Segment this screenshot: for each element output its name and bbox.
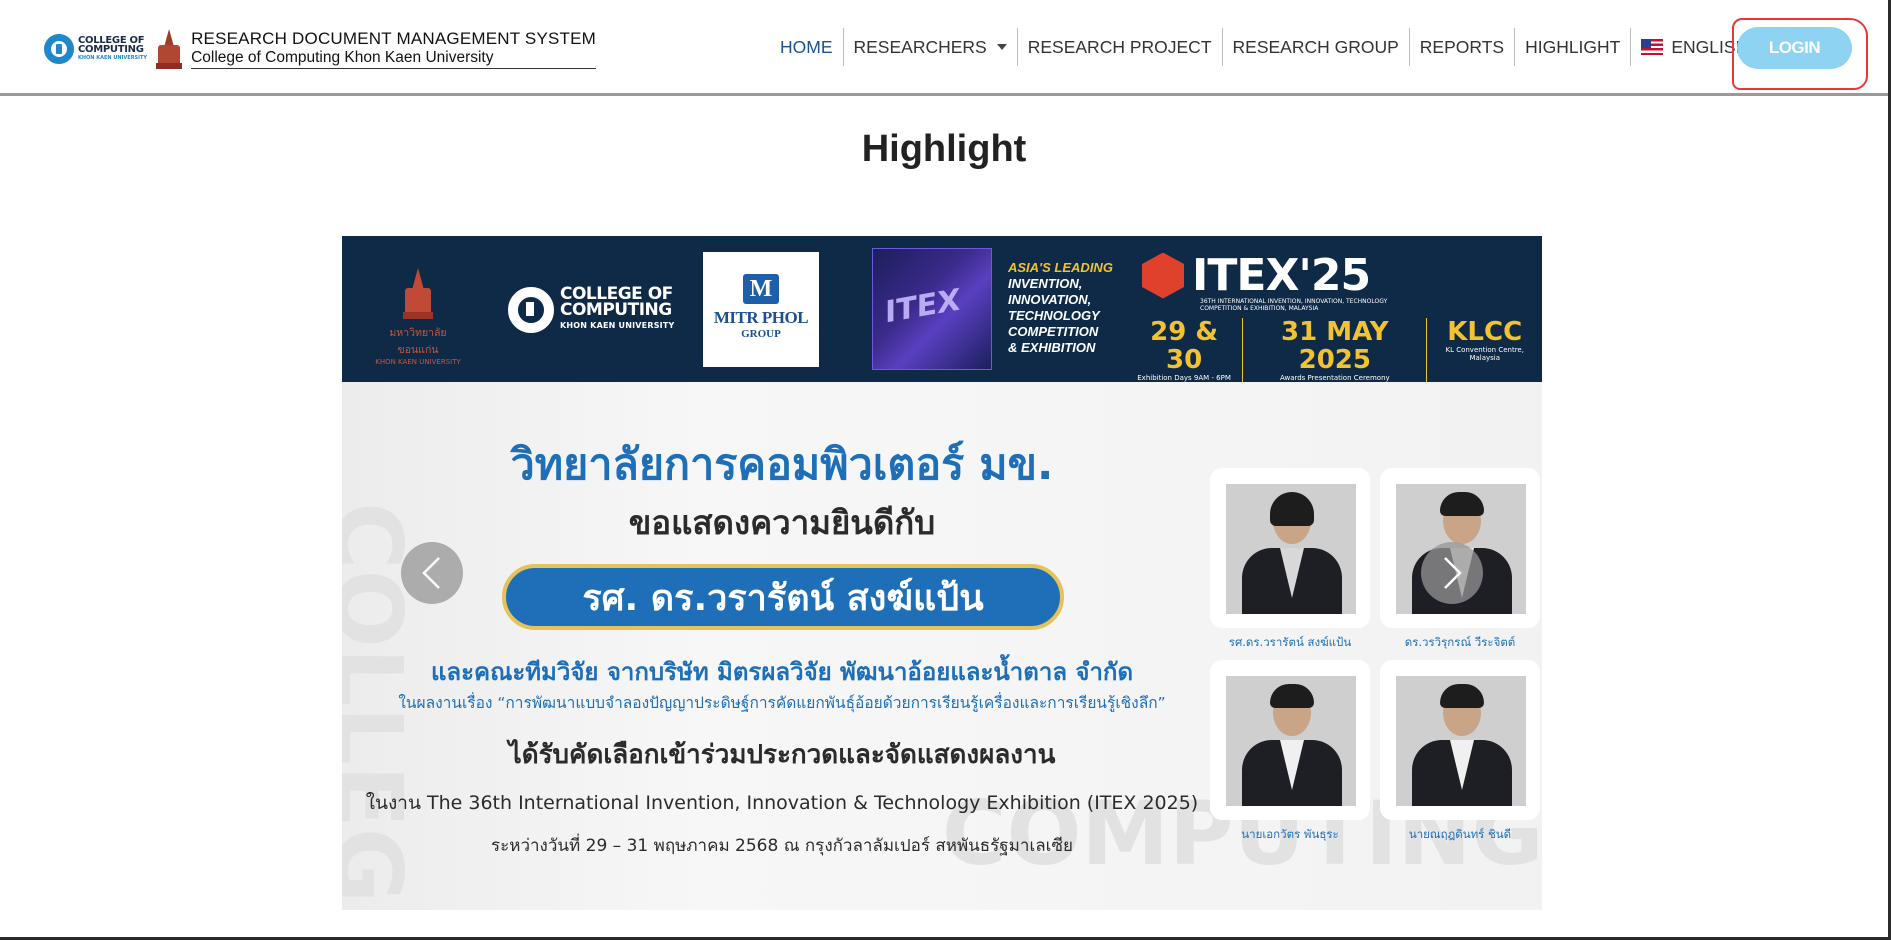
caret-down-icon xyxy=(996,44,1007,50)
kku-emblem-icon xyxy=(155,29,183,69)
researcher-name: ดร.วรวิรุกรณ์ วีระจิตต์ xyxy=(1404,635,1516,649)
mitr-phol-name: MITR PHOL xyxy=(713,308,809,327)
tagline-line: COMPETITION xyxy=(1008,324,1099,339)
banner-date: ระหว่างวันที่ 29 – 31 พฤษภาคม 2568 ณ กรุ… xyxy=(491,836,1073,856)
researcher-card: นายเอกวัตร พันธุระ xyxy=(1210,660,1370,844)
login-button[interactable]: LOGIN xyxy=(1737,27,1852,69)
cc-line3: KHON KAEN UNIVERSITY xyxy=(560,321,675,330)
nav-reports-label: REPORTS xyxy=(1419,36,1505,57)
us-flag-icon xyxy=(1641,39,1664,55)
banner-header: มหาวิทยาลัยขอนแก่น KHON KAEN UNIVERSITY … xyxy=(342,236,1542,382)
nav-research-project[interactable]: RESEARCH PROJECT xyxy=(1018,28,1223,66)
carousel-next-button[interactable] xyxy=(1421,542,1483,604)
carousel-prev-button[interactable] xyxy=(401,542,463,604)
nav-research-group[interactable]: RESEARCH GROUP xyxy=(1223,28,1410,66)
nav-research-group-label: RESEARCH GROUP xyxy=(1232,36,1399,57)
cc-logo-line3: KHON KAEN UNIVERSITY xyxy=(78,54,148,61)
nav-home[interactable]: HOME xyxy=(770,28,844,66)
highlight-carousel[interactable]: มหาวิทยาลัยขอนแก่น KHON KAEN UNIVERSITY … xyxy=(342,236,1542,910)
date-big: 31 MAY 2025 xyxy=(1281,317,1389,375)
itex-title: ITEX'25 xyxy=(1192,250,1371,301)
mitr-phol-m-icon: M xyxy=(743,274,779,304)
mitr-phol-logo: M MITR PHOL GROUP xyxy=(703,252,819,367)
nav-home-label: HOME xyxy=(780,36,833,57)
tagline-line: & EXHIBITION xyxy=(1008,340,1096,355)
site-title: RESEARCH DOCUMENT MANAGEMENT SYSTEM xyxy=(191,29,597,48)
honoree-name-pill: รศ. ดร.วรารัตน์ สงฆ์แป้น xyxy=(502,564,1064,630)
nav-research-project-label: RESEARCH PROJECT xyxy=(1027,36,1212,57)
itex-artwork: ITEX xyxy=(872,248,992,370)
date-mini: Exhibition Days 9AM - 6PM xyxy=(1137,374,1231,382)
researcher-card: รศ.ดร.วรารัตน์ สงฆ์แป้น xyxy=(1210,468,1370,652)
kku-english-name: KHON KAEN UNIVERSITY xyxy=(375,358,461,366)
page-title: Highlight xyxy=(861,128,1027,170)
kku-thai-name: มหาวิทยาลัยขอนแก่น xyxy=(389,327,447,356)
itex-dates: 29 & 30 Exhibition Days 9AM - 6PM 31 MAY … xyxy=(1126,318,1542,382)
banner-event: ในงาน The 36th International Invention, … xyxy=(365,792,1199,814)
nav-highlight[interactable]: HIGHLIGHT xyxy=(1515,28,1632,66)
researcher-name: นายณฤฎดินทร์ ชินดี xyxy=(1408,827,1512,841)
researcher-photo xyxy=(1226,484,1356,614)
date-mini: KL Convention Centre, Malaysia xyxy=(1445,346,1524,362)
date-big: KLCC xyxy=(1447,317,1523,347)
date-mini: Awards Presentation Ceremony xyxy=(1279,374,1390,382)
itex-subtitle: 36TH INTERNATIONAL INVENTION, INNOVATION… xyxy=(1200,298,1388,312)
tagline-lead: ASIA'S LEADING xyxy=(1008,260,1113,275)
tagline-line: TECHNOLOGY xyxy=(1008,308,1100,323)
itex-logo: ITEX'25 xyxy=(1142,250,1371,301)
chevron-right-icon xyxy=(1444,557,1462,589)
top-navbar: COLLEGE OF COMPUTING KHON KAEN UNIVERSIT… xyxy=(0,0,1888,96)
tagline-line: INNOVATION, xyxy=(1008,292,1092,307)
banner-team: และคณะทีมวิจัย จากบริษัท มิตรผลวิจัย พัฒ… xyxy=(430,658,1134,686)
college-of-computing-logo: COLLEGE OF COMPUTING KHON KAEN UNIVERSIT… xyxy=(508,286,674,334)
banner-selected: ได้รับคัดเลือกเข้าร่วมประกวดและจัดแสดงผล… xyxy=(508,740,1056,770)
kku-emblem-icon xyxy=(401,268,435,320)
itex-art-word: ITEX xyxy=(885,282,961,331)
nav-researchers[interactable]: RESEARCHERS xyxy=(844,28,1018,66)
researcher-name: รศ.ดร.วรารัตน์ สงฆ์แป้น xyxy=(1228,635,1352,649)
kku-logo: มหาวิทยาลัยขอนแก่น KHON KAEN UNIVERSITY xyxy=(372,268,464,366)
cc-line2: COMPUTING xyxy=(560,300,672,320)
site-subtitle: College of Computing Khon Kaen Universit… xyxy=(191,49,494,66)
banner-headline: วิทยาลัยการคอมพิวเตอร์ มข. xyxy=(510,440,1054,490)
itex-tagline: ASIA'S LEADING INVENTION, INNOVATION, TE… xyxy=(1008,260,1113,356)
nav-reports[interactable]: REPORTS xyxy=(1410,28,1516,66)
banner-topic: ในผลงานเรื่อง “การพัฒนาแบบจำลองปัญญาประด… xyxy=(398,694,1166,712)
nav-researchers-label: RESEARCHERS xyxy=(853,36,987,57)
college-of-computing-logo: COLLEGE OF COMPUTING KHON KAEN UNIVERSIT… xyxy=(44,34,147,64)
banner-congrats: ขอแสดงความยินดีกับ xyxy=(628,503,936,542)
cc-logo-line2: COMPUTING xyxy=(78,43,144,55)
cc-ring-icon xyxy=(44,34,74,64)
date-big: 29 & 30 xyxy=(1150,317,1219,375)
main-menu: HOME RESEARCHERS RESEARCH PROJECT RESEAR… xyxy=(770,28,1780,66)
chevron-left-icon xyxy=(422,557,440,589)
mitr-phol-group: GROUP xyxy=(741,328,781,340)
tagline-line: INVENTION, xyxy=(1008,276,1083,291)
researcher-photo xyxy=(1396,676,1526,806)
itex-hexagon-icon xyxy=(1142,252,1184,299)
researcher-photo xyxy=(1226,676,1356,806)
nav-highlight-label: HIGHLIGHT xyxy=(1525,36,1621,57)
brand[interactable]: COLLEGE OF COMPUTING KHON KAEN UNIVERSIT… xyxy=(44,28,597,70)
banner-body: COLLEGE COMPUTING วิทยาลัยการคอมพิวเตอร์… xyxy=(342,382,1542,910)
researcher-name: นายเอกวัตร พันธุระ xyxy=(1241,827,1339,841)
researcher-card: นายณฤฎดินทร์ ชินดี xyxy=(1380,660,1540,844)
cc-ring-icon xyxy=(508,287,554,333)
